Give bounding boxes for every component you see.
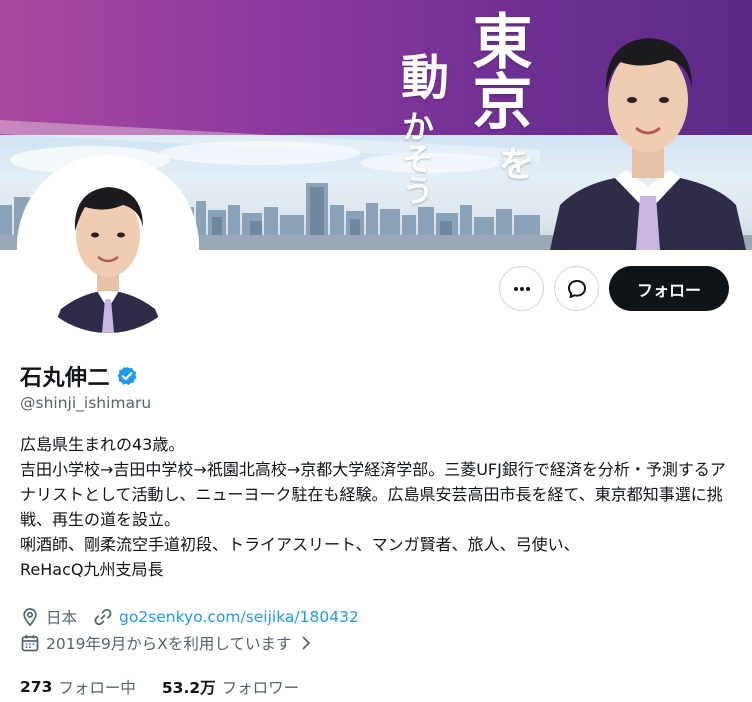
- following-label: フォロー中: [58, 679, 136, 697]
- more-options-button[interactable]: [499, 266, 544, 311]
- profile-joined-row[interactable]: 2019年9月からXを利用しています: [20, 632, 315, 654]
- banner-title-ugo: 動: [392, 52, 448, 100]
- message-button[interactable]: [554, 266, 599, 311]
- following-link[interactable]: 273 フォロー中: [20, 676, 136, 698]
- followers-link[interactable]: 53.2万 フォロワー: [162, 676, 299, 698]
- profile-name: 石丸伸二: [20, 366, 111, 391]
- following-count: 273: [20, 678, 53, 696]
- banner-portrait: [550, 38, 746, 250]
- calendar-icon: [21, 635, 39, 652]
- banner-title-wo: を: [492, 145, 533, 181]
- profile-name-row: 石丸伸二: [20, 360, 138, 392]
- link-icon: [94, 608, 112, 626]
- profile-location: 日本: [46, 609, 78, 627]
- location-pin-icon: [23, 608, 37, 627]
- banner-title-kasou: かそう: [397, 110, 435, 206]
- followers-count: 53.2万: [161, 679, 216, 697]
- profile-joined-date: 2019年9月からXを利用しています: [46, 635, 292, 653]
- profile-handle: @shinji_ishimaru: [20, 394, 152, 412]
- profile-bio: 広島県生まれの43歳。 吉田小学校→吉田中学校→祇園北高校→京都大学経済学部。三…: [20, 435, 726, 579]
- chevron-right-icon: [303, 636, 311, 650]
- followers-label: フォロワー: [221, 679, 300, 697]
- verified-badge-icon[interactable]: [116, 365, 138, 387]
- more-horizontal-icon: [513, 286, 530, 291]
- profile-website-link[interactable]: go2senkyo.com/seijika/180432: [119, 608, 359, 626]
- profile-stats: 273 フォロー中 53.2万 フォロワー: [20, 676, 299, 698]
- profile-avatar[interactable]: [17, 155, 199, 337]
- message-bubble-icon: [567, 279, 586, 298]
- profile-meta-row: 日本 go2senkyo.com/seijika/180432: [20, 606, 359, 628]
- banner-title-tokyo: 東京: [462, 10, 532, 130]
- follow-button[interactable]: フォロー: [609, 266, 729, 311]
